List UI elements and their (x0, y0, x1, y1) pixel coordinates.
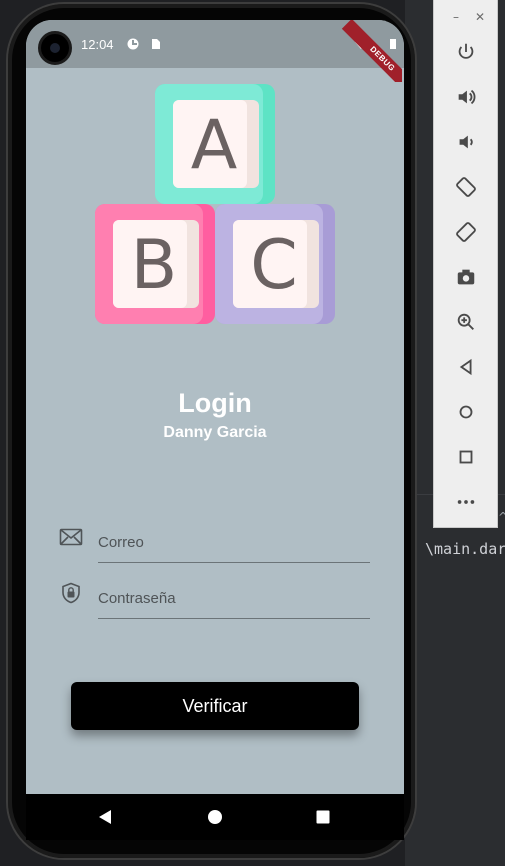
back-button[interactable] (434, 352, 497, 382)
toolbar-window-controls: – ✕ (434, 0, 497, 32)
back-triangle-icon (99, 810, 111, 824)
block-b: B (95, 204, 215, 324)
overview-button[interactable] (434, 442, 497, 472)
password-underline (98, 618, 370, 619)
sd-card-icon (152, 39, 160, 49)
mail-icon (59, 528, 83, 546)
user-name: Danny Garcia (163, 424, 267, 441)
more-dots-icon (457, 500, 474, 504)
block-b-letter: B (131, 226, 178, 305)
rotate-right-icon (455, 222, 476, 242)
email-field (26, 522, 404, 572)
app-screen: A B C Login Danny Garcia Correo Verifica… (26, 20, 404, 794)
android-navbar (26, 794, 404, 840)
block-c: C (215, 204, 335, 324)
nav-recent-button[interactable] (312, 806, 334, 828)
more-button[interactable] (434, 487, 497, 517)
volume-down-icon (459, 135, 473, 149)
block-a-letter: A (191, 106, 238, 185)
screenshot-button[interactable] (434, 262, 497, 292)
home-circle-icon (208, 810, 222, 824)
status-time: 12:04 (81, 37, 114, 52)
app-notification-icon (127, 38, 139, 50)
rotate-left-button[interactable] (434, 172, 497, 202)
rotate-left-icon (455, 177, 476, 197)
nav-back-button[interactable] (94, 806, 116, 828)
chevron-up-icon[interactable]: ^ (498, 510, 505, 524)
recent-square-icon (316, 810, 330, 824)
password-input[interactable] (98, 578, 370, 618)
block-c-letter: C (250, 226, 297, 305)
power-icon (458, 43, 473, 59)
email-input[interactable] (98, 522, 370, 562)
rotate-right-button[interactable] (434, 217, 497, 247)
front-camera (38, 31, 72, 65)
email-underline (98, 562, 370, 563)
minimize-icon[interactable]: – (453, 10, 459, 32)
verify-button[interactable]: Verificar (71, 682, 359, 730)
zoom-button[interactable] (434, 307, 497, 337)
emulator-toolbar: – ✕ (433, 0, 498, 528)
block-a: A (155, 84, 275, 204)
volume-up-icon (458, 89, 475, 105)
close-icon[interactable]: ✕ (475, 10, 485, 32)
page-title: Login (178, 388, 252, 418)
volume-down-button[interactable] (434, 127, 497, 157)
nav-home-button[interactable] (204, 806, 226, 828)
ide-file-path[interactable]: \main.dar (425, 540, 505, 558)
password-field (26, 578, 404, 628)
square-icon (459, 450, 472, 464)
power-button[interactable] (434, 37, 497, 67)
debug-banner: DEBUG (340, 20, 402, 82)
camera-icon (457, 269, 474, 285)
desktop: ^ \main.dar – ✕ A B C Login Danny Garcia… (0, 0, 505, 866)
home-circle-icon (459, 405, 472, 419)
volume-up-button[interactable] (434, 82, 497, 112)
back-triangle-icon (459, 358, 471, 376)
lock-shield-icon (62, 582, 80, 604)
abc-blocks-logo: A B C (95, 84, 335, 324)
zoom-in-icon (457, 313, 474, 330)
home-button[interactable] (434, 397, 497, 427)
